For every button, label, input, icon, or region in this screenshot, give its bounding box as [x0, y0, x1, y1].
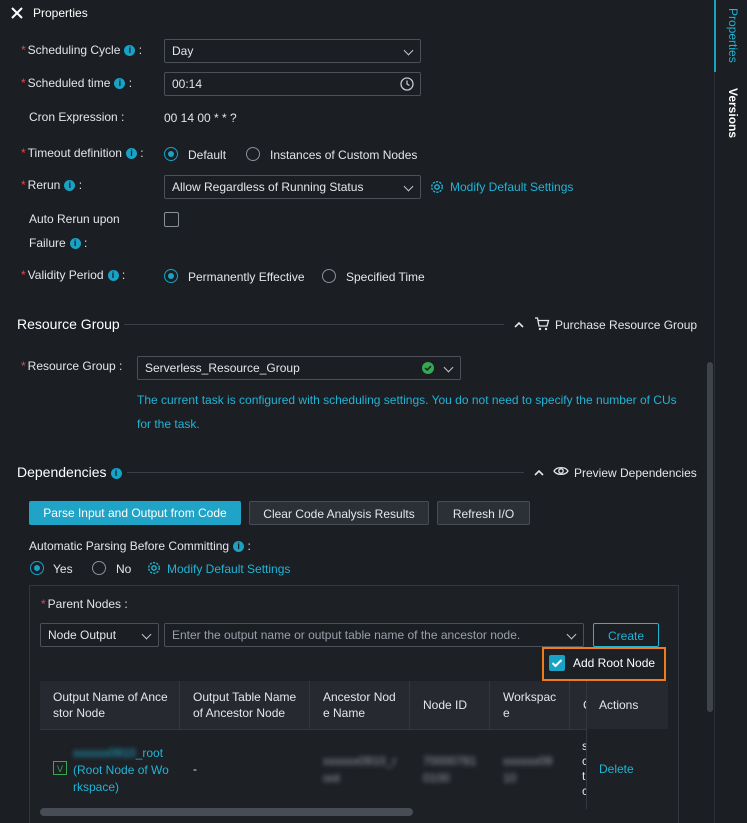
- table-cell-ancestor-name: xxxxxx0910_r oot: [323, 754, 397, 785]
- scheduled-time-input[interactable]: 00:14: [164, 72, 421, 96]
- preview-dependencies-link[interactable]: Preview Dependencies: [574, 466, 697, 480]
- rerun-modify-default-link[interactable]: Modify Default Settings: [450, 180, 573, 194]
- add-root-node-checkbox[interactable]: [549, 655, 565, 671]
- auto-parse-label: Automatic Parsing Before Committing i :: [29, 539, 251, 553]
- scheduled-time-label: * Scheduled time i :: [21, 76, 133, 90]
- timeout-custom-radio[interactable]: [246, 147, 260, 161]
- section-divider: [127, 472, 524, 473]
- section-divider: [124, 324, 504, 325]
- rerun-select[interactable]: Allow Regardless of Running Status: [164, 175, 421, 199]
- dependencies-section-title: Dependencies i: [17, 464, 122, 480]
- table-header-cell: Actions: [586, 681, 668, 729]
- info-icon[interactable]: i: [233, 541, 245, 552]
- resource-group-select[interactable]: Serverless_Resource_Group: [137, 356, 461, 380]
- eye-icon[interactable]: [553, 464, 569, 481]
- timeout-custom-label[interactable]: Instances of Custom Nodes: [270, 148, 417, 162]
- validity-period-label: * Validity Period i :: [21, 268, 126, 282]
- right-sidebar: Properties Versions: [714, 0, 747, 823]
- timeout-label: * Timeout definition i :: [21, 146, 144, 160]
- node-output-select[interactable]: Node Output: [40, 623, 159, 647]
- table-cell-output-name: V xxxxxx0910_root (Root Node of Wo rkspa…: [53, 745, 179, 796]
- output-name-suffix[interactable]: _root: [136, 746, 163, 760]
- node-type-badge: V: [53, 761, 67, 775]
- chevron-down-icon: [566, 629, 577, 640]
- info-icon[interactable]: i: [114, 78, 126, 89]
- output-name-line2[interactable]: (Root Node of Wo: [73, 762, 179, 779]
- cron-value: 00 14 00 * * ?: [164, 111, 237, 125]
- chevron-down-icon: [141, 629, 152, 640]
- cron-label: Cron Expression :: [29, 110, 125, 124]
- tab-versions[interactable]: Versions: [726, 88, 740, 138]
- info-icon[interactable]: i: [110, 468, 122, 479]
- table-header-cell: Node ID: [410, 681, 490, 729]
- chevron-down-icon: [403, 181, 414, 192]
- table-cell-node-id: 70000781 0100: [423, 754, 477, 785]
- chevron-up-icon[interactable]: [514, 319, 524, 333]
- auto-rerun-label-line2: Failure i :: [29, 236, 88, 250]
- refresh-io-button[interactable]: Refresh I/O: [437, 501, 530, 525]
- gear-icon[interactable]: [429, 179, 445, 198]
- auto-rerun-label-line1: Auto Rerun upon: [29, 212, 120, 226]
- gear-icon[interactable]: [146, 560, 162, 579]
- table-header-cell: Ancestor Nod e Name: [310, 681, 410, 729]
- auto-parse-modify-default-link[interactable]: Modify Default Settings: [167, 562, 290, 576]
- auto-parse-yes-radio[interactable]: [30, 561, 44, 575]
- validity-specified-label[interactable]: Specified Time: [346, 270, 425, 284]
- clear-code-analysis-button[interactable]: Clear Code Analysis Results: [249, 501, 429, 525]
- chevron-down-icon: [443, 362, 454, 373]
- tab-properties[interactable]: Properties: [726, 8, 740, 63]
- scheduling-cycle-select[interactable]: Day: [164, 39, 421, 63]
- resource-group-label: * Resource Group :: [21, 359, 123, 373]
- table-cell-workspace: xxxxxx09 10: [503, 754, 553, 785]
- output-name-line3[interactable]: rkspace): [73, 779, 179, 796]
- info-icon[interactable]: i: [64, 180, 76, 191]
- vertical-scrollbar-thumb[interactable]: [707, 362, 713, 712]
- chevron-down-icon: [403, 45, 414, 56]
- table-header-cell: Output Name of Ance stor Node: [40, 681, 180, 729]
- info-icon[interactable]: i: [124, 45, 136, 56]
- auto-parse-yes-label[interactable]: Yes: [53, 562, 73, 576]
- info-icon[interactable]: i: [125, 148, 137, 159]
- auto-rerun-checkbox[interactable]: [164, 212, 179, 227]
- create-button[interactable]: Create: [593, 623, 659, 647]
- resource-group-notice-line1: The current task is configured with sche…: [137, 393, 677, 407]
- chevron-up-icon[interactable]: [534, 467, 544, 481]
- parse-io-button[interactable]: Parse Input and Output from Code: [29, 501, 241, 525]
- check-circle-icon: [422, 362, 434, 377]
- validity-permanent-label[interactable]: Permanently Effective: [188, 270, 305, 284]
- validity-permanent-radio[interactable]: [164, 269, 178, 283]
- add-root-node-label[interactable]: Add Root Node: [573, 656, 655, 670]
- resource-group-section-title: Resource Group: [17, 316, 120, 332]
- sidebar-active-indicator: [714, 0, 716, 72]
- info-icon[interactable]: i: [69, 238, 81, 249]
- table-header-cell: Output Table Name of Ancestor Node: [180, 681, 310, 729]
- ancestor-search-select[interactable]: Enter the output name or output table na…: [164, 623, 584, 647]
- timeout-default-label[interactable]: Default: [188, 148, 226, 162]
- auto-parse-no-label[interactable]: No: [116, 562, 131, 576]
- delete-link[interactable]: Delete: [599, 762, 634, 776]
- close-icon[interactable]: [10, 6, 24, 20]
- parent-nodes-label: * Parent Nodes :: [41, 597, 128, 611]
- panel-title: Properties: [33, 6, 88, 20]
- validity-specified-radio[interactable]: [322, 269, 336, 283]
- parent-nodes-table: Output Name of Ance stor Node Output Tabl…: [40, 681, 668, 817]
- auto-parse-no-radio[interactable]: [92, 561, 106, 575]
- cart-icon[interactable]: [534, 316, 550, 335]
- table-horizontal-scrollbar[interactable]: [40, 808, 413, 816]
- rerun-label: * Rerun i :: [21, 178, 83, 192]
- table-header-cell: C: [570, 681, 586, 729]
- purchase-resource-group-link[interactable]: Purchase Resource Group: [555, 318, 697, 332]
- clock-icon: [400, 77, 414, 94]
- resource-group-notice-line2: for the task.: [137, 417, 200, 431]
- info-icon[interactable]: i: [107, 270, 119, 281]
- scheduling-cycle-label: * Scheduling Cycle i :: [21, 43, 143, 57]
- table-cell-table-name: -: [193, 762, 197, 776]
- timeout-default-radio[interactable]: [164, 147, 178, 161]
- table-header-cell: Workspac e: [490, 681, 570, 729]
